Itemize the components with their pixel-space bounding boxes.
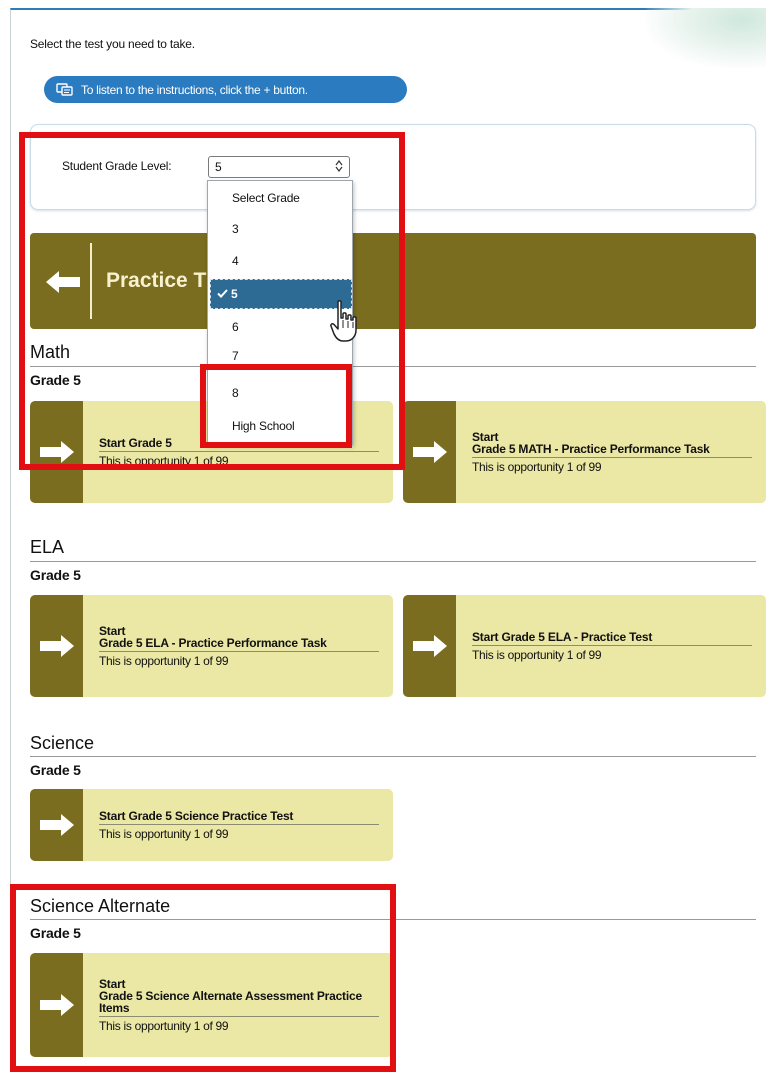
card-arrow-bar [403, 401, 456, 503]
highlight-box-grade-options [200, 364, 352, 448]
arrow-right-icon [412, 635, 447, 657]
grade-heading: Grade 5 [30, 762, 81, 778]
card-title: Start Grade 5 MATH - Practice Performanc… [472, 431, 752, 458]
card-title: Start Grade 5 ELA - Practice Performance… [99, 625, 379, 652]
card-arrow-bar [30, 595, 83, 697]
test-card-ela-performance-task[interactable]: Start Grade 5 ELA - Practice Performance… [30, 595, 393, 697]
card-title: Start Grade 5 Science Practice Test [99, 810, 379, 825]
card-arrow-bar [30, 789, 83, 861]
section-divider [30, 756, 756, 757]
highlight-box-science-alternate [10, 884, 396, 1072]
test-card-science-practice-test[interactable]: Start Grade 5 Science Practice Test This… [30, 789, 393, 861]
section-title-science: Science [30, 733, 95, 753]
test-card-math-performance-task[interactable]: Start Grade 5 MATH - Practice Performanc… [403, 401, 766, 503]
arrow-right-icon [39, 635, 74, 657]
corner-decoration [646, 8, 766, 68]
card-opportunity: This is opportunity 1 of 99 [99, 826, 229, 841]
card-title: Start Grade 5 ELA - Practice Test [472, 631, 752, 646]
listen-instructions-label: To listen to the instructions, click the… [81, 82, 308, 97]
test-card-ela-practice-test[interactable]: Start Grade 5 ELA - Practice Test This i… [403, 595, 766, 697]
section-title-ela: ELA [30, 537, 65, 557]
card-opportunity: This is opportunity 1 of 99 [99, 653, 229, 668]
card-opportunity: This is opportunity 1 of 99 [472, 459, 602, 474]
arrow-right-icon [39, 814, 74, 836]
grade-heading: Grade 5 [30, 567, 81, 583]
arrow-right-icon [412, 441, 447, 463]
listen-instructions-button[interactable]: To listen to the instructions, click the… [44, 76, 407, 103]
card-opportunity: This is opportunity 1 of 99 [472, 647, 602, 662]
speaker-notes-icon [56, 83, 73, 96]
section-divider [30, 561, 756, 562]
card-arrow-bar [403, 595, 456, 697]
instruction-text: Select the test you need to take. [30, 37, 195, 51]
